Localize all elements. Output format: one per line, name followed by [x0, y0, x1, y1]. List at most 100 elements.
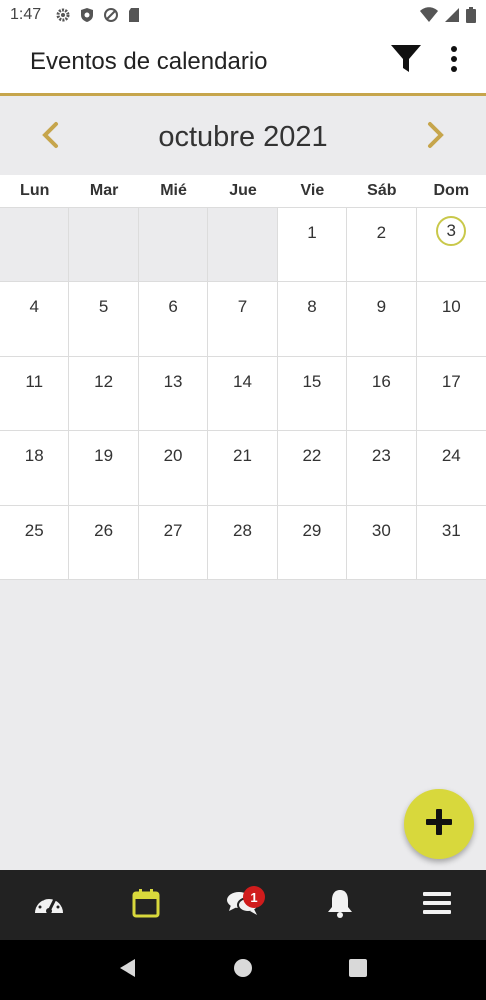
day-cell[interactable]: 5: [69, 282, 139, 357]
month-title: octubre 2021: [158, 120, 328, 153]
day-cell[interactable]: 25: [0, 505, 70, 580]
day-number: 3: [436, 216, 467, 246]
battery-icon: [466, 7, 476, 23]
home-circle-icon: [233, 958, 253, 983]
day-cell[interactable]: 16: [347, 356, 417, 432]
nav-calendar[interactable]: [116, 875, 176, 935]
day-cell[interactable]: 20: [138, 431, 209, 506]
status-icons: [55, 7, 141, 23]
day-cell[interactable]: 10: [416, 282, 486, 357]
bottom-navigation: 1: [0, 870, 486, 940]
day-cell[interactable]: 17: [416, 357, 486, 432]
day-number: 27: [163, 520, 183, 540]
day-number: 5: [98, 297, 109, 317]
filter-icon: [390, 44, 422, 79]
day-cell[interactable]: 14: [208, 356, 278, 432]
day-cell[interactable]: 29: [277, 505, 348, 580]
weekday-label: Jue: [229, 182, 257, 199]
system-navigation: [0, 940, 486, 1000]
day-number: 18: [24, 446, 44, 466]
day-number: 25: [24, 520, 44, 540]
calendar-grid: Lun Mar Mié Jue Vie Sáb Dom 1 2 3 4 5 6 7 8 9 10 1…: [0, 175, 486, 580]
day-cell[interactable]: 26: [69, 505, 139, 580]
day-number: 1: [307, 223, 317, 242]
menu-icon: [423, 891, 452, 920]
day-cell[interactable]: 23: [347, 431, 417, 506]
day-number: 30: [371, 520, 391, 540]
sd-card-icon: [127, 7, 141, 23]
nav-notifications[interactable]: [310, 875, 370, 935]
day-cell[interactable]: 15: [277, 356, 348, 432]
add-event-button[interactable]: [404, 789, 474, 859]
nav-menu[interactable]: [407, 875, 467, 935]
page-title: Eventos de calendario: [30, 47, 268, 75]
weekday-label: Lun: [20, 182, 50, 199]
day-cell[interactable]: 31: [416, 506, 486, 580]
day-number: 24: [441, 446, 461, 466]
day-cell[interactable]: 2: [347, 208, 417, 283]
day-cell[interactable]: 12: [69, 356, 139, 432]
weekday-label: Mar: [89, 182, 119, 199]
day-number: 11: [25, 371, 44, 391]
status-bar: 1:47: [0, 0, 486, 30]
day-cell[interactable]: 4: [0, 282, 70, 357]
day-cell[interactable]: 19: [69, 431, 139, 506]
day-cell[interactable]: 7: [208, 282, 278, 357]
back-triangle-icon: [118, 958, 138, 983]
day-cell[interactable]: 30: [347, 505, 417, 580]
system-home-button[interactable]: [223, 950, 263, 990]
empty-day-cell: [208, 208, 278, 283]
bell-icon: [326, 888, 354, 923]
empty-day-cell: [138, 208, 209, 283]
day-number: 22: [302, 446, 322, 466]
day-cell[interactable]: 27: [138, 505, 209, 580]
day-cell[interactable]: 1: [277, 208, 348, 283]
system-recents-button[interactable]: [338, 950, 378, 990]
system-back-button[interactable]: [108, 950, 148, 990]
empty-day-cell: [0, 208, 70, 283]
day-number: 21: [233, 446, 252, 466]
day-number: 6: [168, 297, 178, 317]
day-number: 28: [233, 520, 252, 540]
day-cell[interactable]: 28: [208, 505, 278, 580]
day-number: 4: [29, 297, 39, 317]
day-number: 23: [371, 446, 391, 466]
day-cell[interactable]: 18: [0, 431, 70, 506]
weekday-label: Mié: [160, 182, 187, 199]
day-cell[interactable]: 24: [416, 431, 486, 506]
day-number: 10: [441, 297, 461, 317]
weekday-label: Vie: [300, 182, 325, 199]
chevron-left-icon: [40, 121, 60, 154]
day-cell[interactable]: 13: [138, 356, 209, 432]
day-cell[interactable]: 8: [277, 282, 348, 357]
day-number: 15: [302, 371, 322, 391]
day-number: 13: [163, 371, 183, 391]
next-month-button[interactable]: [416, 117, 456, 157]
day-number: 12: [94, 371, 114, 391]
filter-button[interactable]: [386, 42, 426, 82]
day-cell[interactable]: 11: [0, 356, 70, 432]
day-cell[interactable]: 6: [138, 282, 209, 357]
nav-messages[interactable]: 1: [213, 875, 273, 935]
previous-month-button[interactable]: [30, 117, 70, 157]
day-cell[interactable]: 22: [277, 431, 348, 506]
day-cell[interactable]: 21: [208, 431, 278, 506]
day-number: 19: [94, 446, 114, 466]
day-number: 20: [163, 446, 183, 466]
day-number: 17: [441, 371, 461, 391]
day-number: 14: [233, 371, 252, 391]
day-number: 26: [94, 520, 114, 540]
nav-dashboard[interactable]: [19, 875, 79, 935]
day-number: 2: [376, 223, 387, 242]
days-grid: 1 2 3 4 5 6 7 8 9 10 11 12 13 14 15 16 17 18 19 20 21 22 23 24 2…: [0, 208, 486, 580]
weekday-label: Dom: [433, 182, 470, 199]
wifi-icon: [420, 7, 438, 23]
day-cell-today[interactable]: 3: [416, 208, 486, 283]
day-cell[interactable]: 9: [347, 282, 417, 357]
weekday-label: Sáb: [367, 182, 397, 199]
more-options-button[interactable]: [444, 42, 464, 82]
more-vertical-icon: [451, 46, 457, 77]
day-number: 29: [302, 520, 322, 540]
status-right: [420, 7, 476, 23]
signal-icon: [444, 7, 460, 23]
